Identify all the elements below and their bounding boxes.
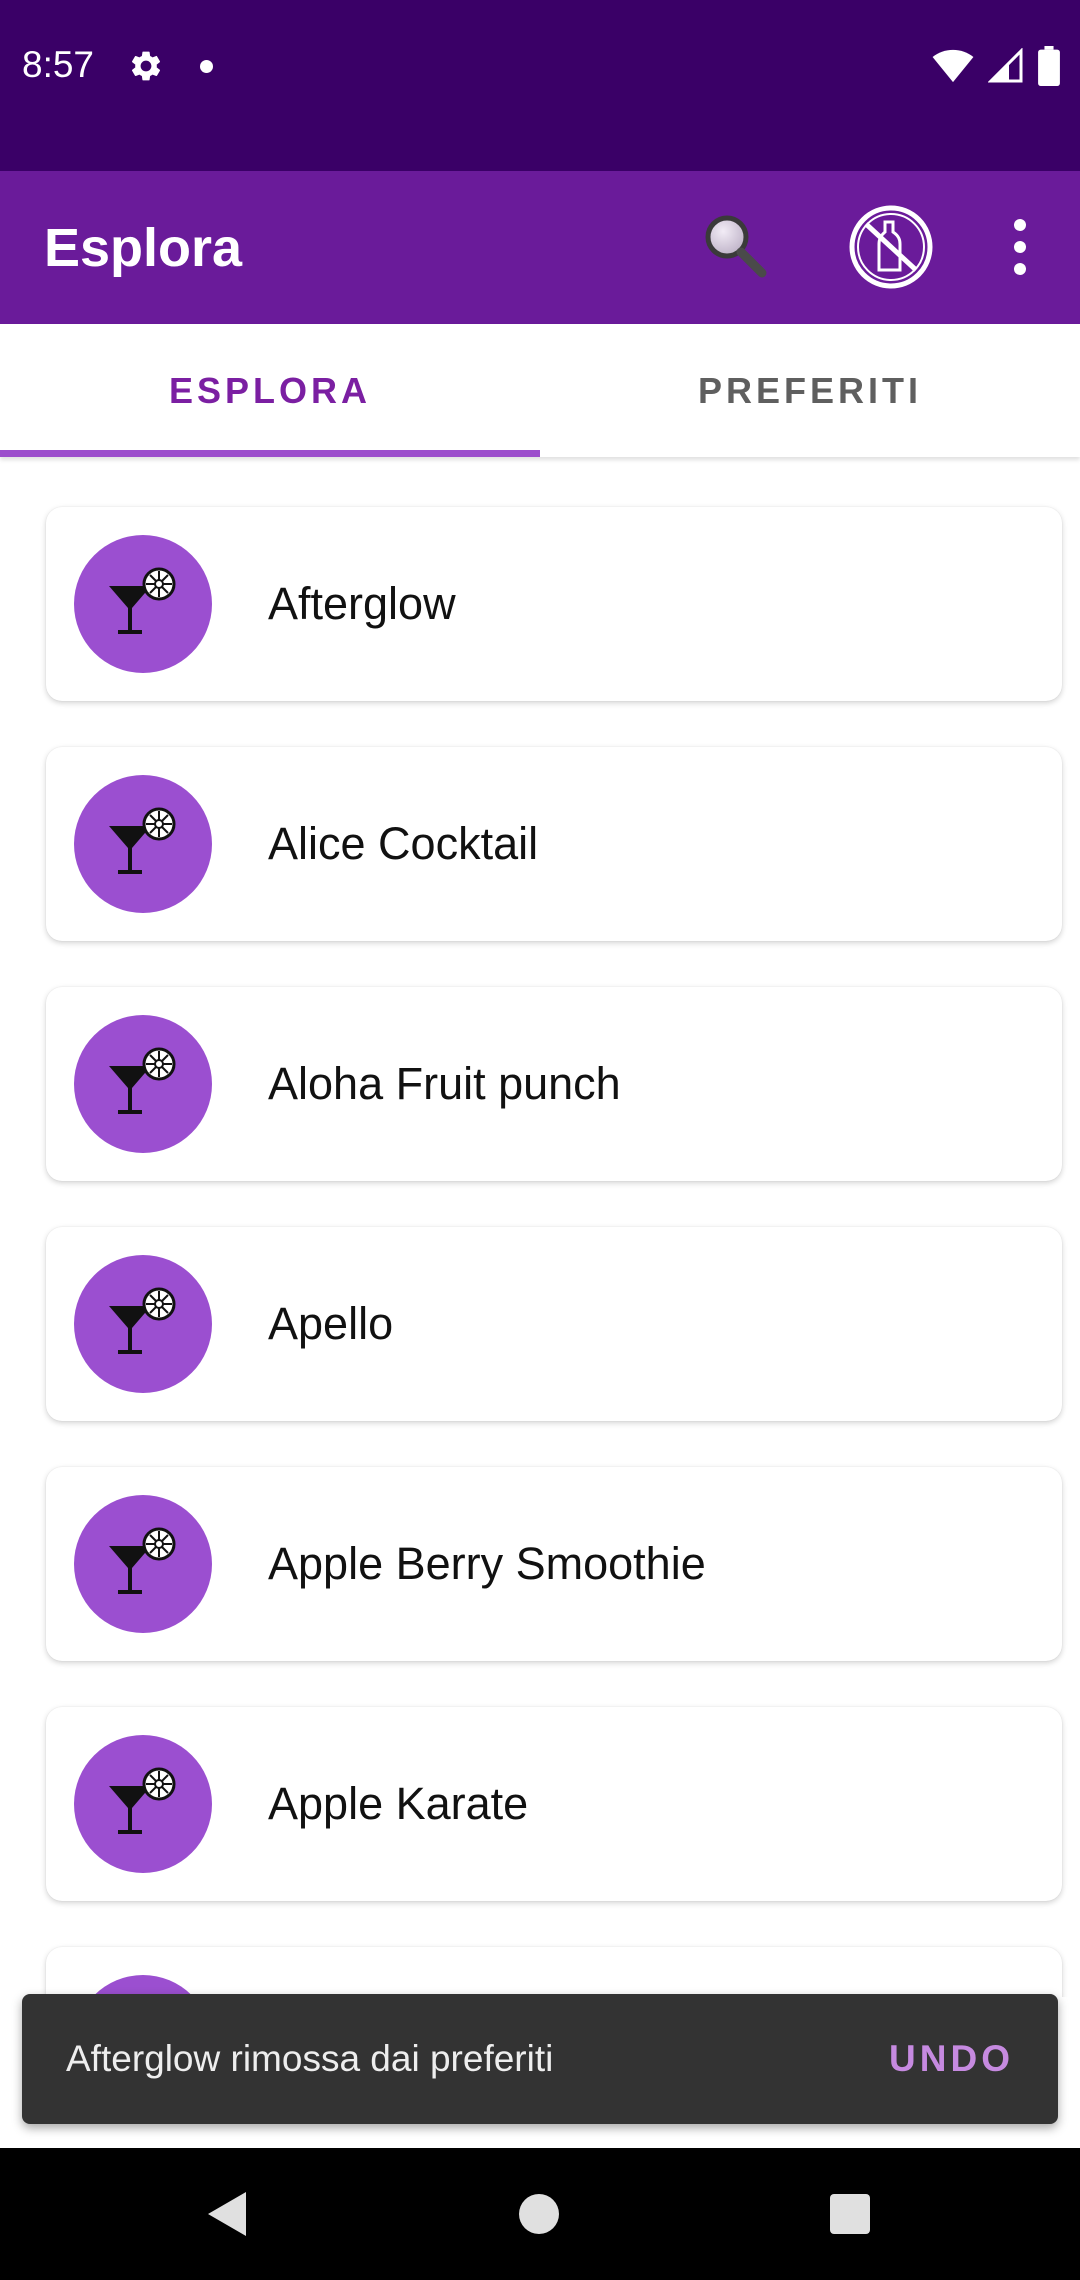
status-icons <box>932 46 1060 86</box>
cocktail-name: Apello <box>268 1298 394 1349</box>
cocktail-card[interactable]: Apello <box>46 1227 1062 1421</box>
snackbar-message: Afterglow rimossa dai preferiti <box>66 2038 554 2079</box>
cocktail-icon <box>74 1495 212 1633</box>
undo-button[interactable]: UNDO <box>889 1994 1014 2124</box>
cocktail-name: Aloha Fruit punch <box>268 1058 621 1109</box>
snackbar: Afterglow rimossa dai preferiti UNDO <box>22 1994 1058 2124</box>
tab-preferiti[interactable]: PREFERITI <box>540 324 1080 457</box>
back-icon[interactable] <box>206 2190 248 2238</box>
cocktail-icon <box>74 1015 212 1153</box>
signal-icon <box>988 48 1023 83</box>
more-vert-icon[interactable] <box>1000 215 1040 279</box>
page-title: Esplora <box>44 218 243 278</box>
cocktail-card[interactable]: Alice Cocktail <box>46 747 1062 941</box>
cocktail-icon <box>74 535 212 673</box>
search-icon[interactable] <box>700 211 770 281</box>
cocktail-icon <box>74 1735 212 1873</box>
tab-indicator <box>0 450 540 457</box>
status-time: 8:57 <box>22 44 95 85</box>
battery-icon <box>1038 46 1060 86</box>
cocktail-name: Alice Cocktail <box>268 818 539 869</box>
cocktail-name: Apple Karate <box>268 1778 529 1829</box>
notification-dot-icon <box>200 60 213 73</box>
app-bar: Esplora <box>0 171 1080 324</box>
cocktail-icon <box>74 1255 212 1393</box>
cocktail-card[interactable]: Aloha Fruit punch <box>46 987 1062 1181</box>
cocktail-name: Afterglow <box>268 578 456 629</box>
cocktail-name: Apple Berry Smoothie <box>268 1538 706 1589</box>
cocktail-card[interactable]: Apple Karate <box>46 1707 1062 1901</box>
cocktail-card[interactable] <box>46 1947 1062 1997</box>
no-alcohol-icon[interactable] <box>848 204 934 290</box>
cocktail-list[interactable]: Afterglow Alice Cocktail Aloha Fruit punch… <box>0 457 1080 1997</box>
cocktail-icon <box>74 775 212 913</box>
tab-esplora[interactable]: ESPLORA <box>0 324 540 457</box>
tab-bar: ESPLORA PREFERITI <box>0 324 1080 457</box>
home-icon[interactable] <box>519 2194 559 2234</box>
wifi-icon <box>932 49 974 83</box>
gear-icon <box>131 51 161 81</box>
recents-icon[interactable] <box>830 2194 870 2234</box>
system-nav-bar <box>0 2148 1080 2280</box>
status-bar: 8:57 <box>0 0 1080 171</box>
cocktail-card[interactable]: Afterglow <box>46 507 1062 701</box>
cocktail-card[interactable]: Apple Berry Smoothie <box>46 1467 1062 1661</box>
